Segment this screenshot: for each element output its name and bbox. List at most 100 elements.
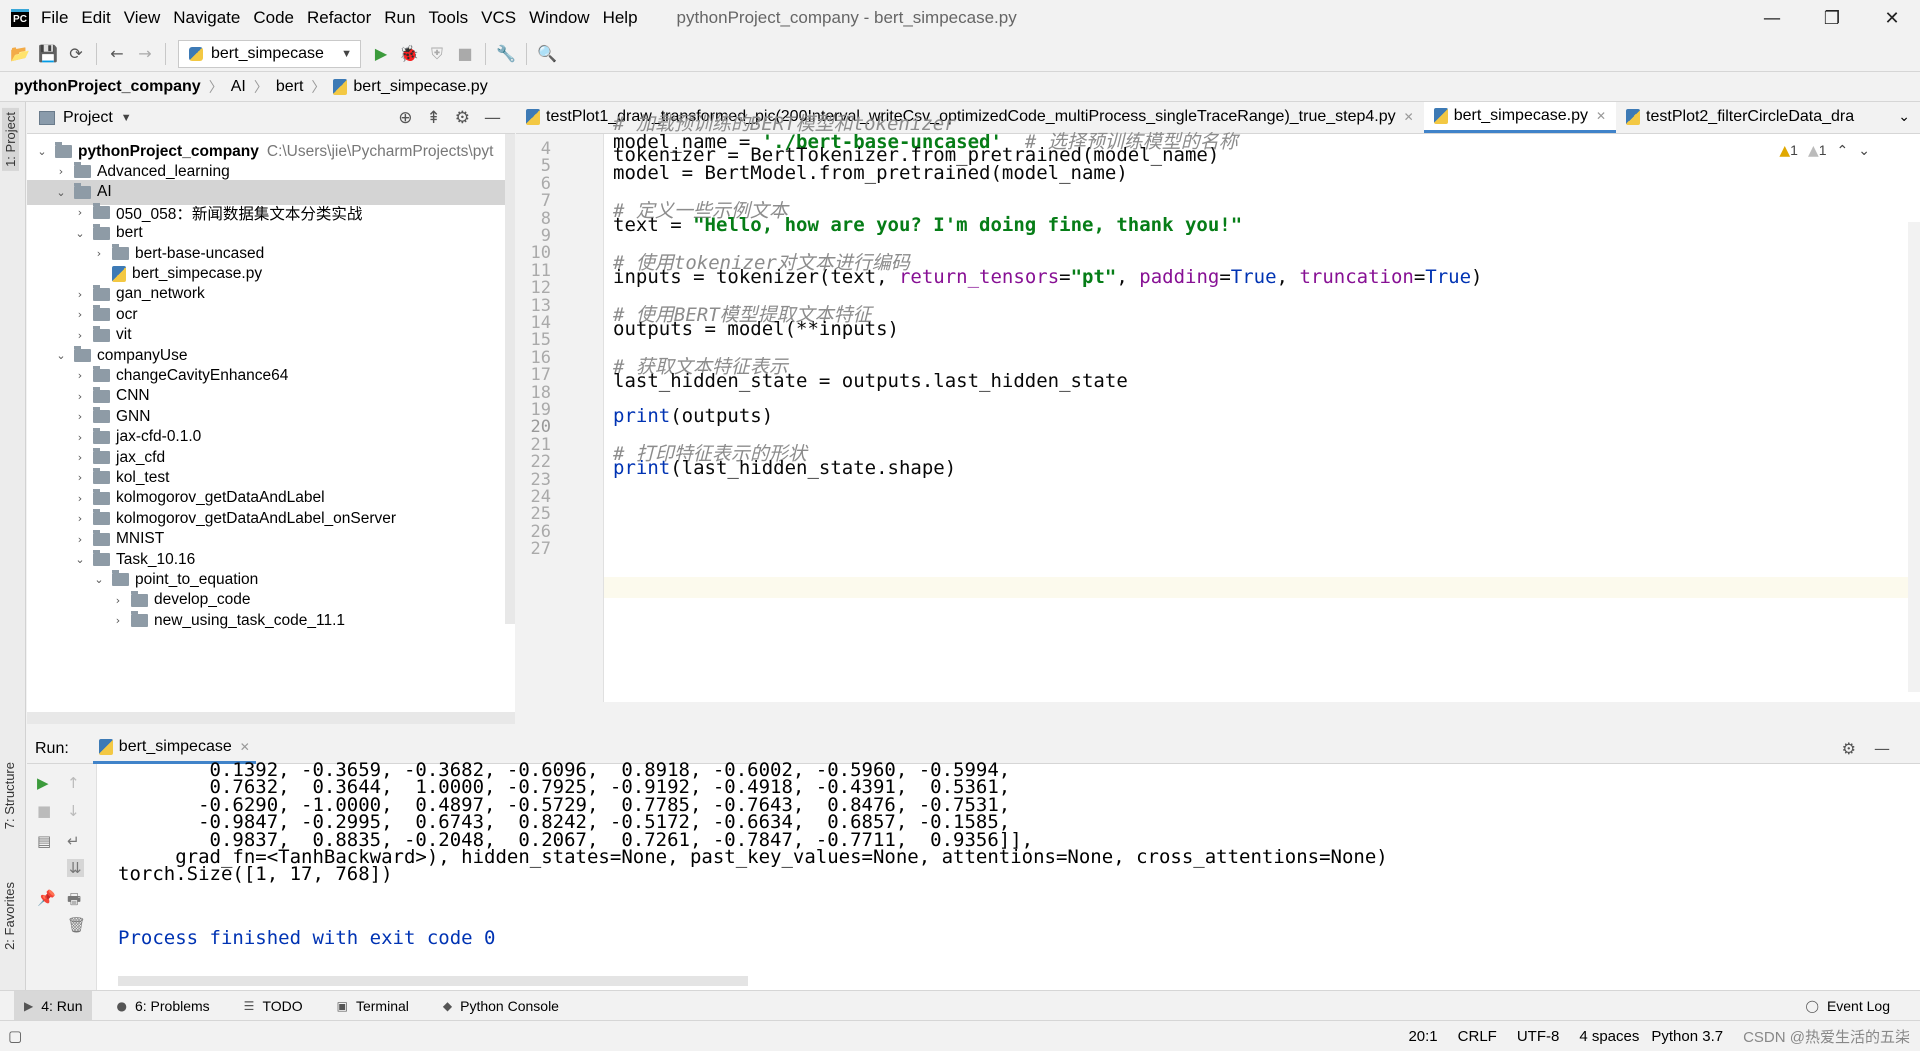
weak-warning-count[interactable]: ▲1: [1808, 142, 1827, 159]
chevron-right-icon[interactable]: ›: [73, 410, 87, 423]
editor-scrollbar[interactable]: [1908, 222, 1920, 692]
favorites-side-tab[interactable]: 2: Favorites: [2, 882, 17, 950]
run-configuration-select[interactable]: bert_simpecase ▼: [178, 39, 361, 68]
back-icon[interactable]: ←: [103, 40, 131, 68]
menu-tools[interactable]: Tools: [428, 8, 468, 28]
breadcrumb-project[interactable]: pythonProject_company: [14, 78, 201, 96]
chevron-right-icon[interactable]: ›: [92, 247, 106, 260]
hide-icon[interactable]: —: [484, 108, 515, 128]
caret-position[interactable]: 20:1: [1408, 1028, 1437, 1045]
down-icon[interactable]: ↓: [67, 802, 80, 820]
close-tab-icon[interactable]: ✕: [1404, 110, 1414, 124]
chevron-down-icon[interactable]: ▼: [121, 112, 132, 124]
minimize-icon[interactable]: —: [1752, 0, 1792, 36]
chevron-down-icon[interactable]: ⌄: [1858, 143, 1870, 159]
trash-icon[interactable]: 🗑: [67, 916, 86, 934]
menu-help[interactable]: Help: [603, 8, 638, 28]
close-tab-icon[interactable]: ✕: [1596, 109, 1606, 123]
chevron-right-icon[interactable]: ›: [111, 614, 125, 627]
collapse-all-icon[interactable]: ⇞: [427, 108, 455, 128]
chevron-right-icon[interactable]: ›: [73, 471, 87, 484]
chevron-down-icon[interactable]: ⌄: [54, 186, 68, 199]
inspection-widget[interactable]: ▲1 ▲1 ⌃ ⌄: [1779, 142, 1870, 159]
tab-run[interactable]: ▶ 4: Run: [14, 990, 93, 1021]
tab-todo[interactable]: ☰ TODO: [234, 991, 313, 1021]
layout-icon[interactable]: ▤: [37, 832, 51, 850]
menu-file[interactable]: File: [41, 8, 68, 28]
chevron-down-icon[interactable]: ⌄: [35, 145, 49, 158]
open-folder-icon[interactable]: 📂: [6, 40, 34, 68]
chevron-right-icon[interactable]: ›: [73, 451, 87, 464]
chevron-right-icon[interactable]: ›: [73, 308, 87, 321]
soft-wrap-icon[interactable]: ↵: [67, 832, 80, 850]
chevron-right-icon[interactable]: ›: [73, 369, 87, 382]
scroll-to-end-icon[interactable]: ⇊: [67, 859, 84, 877]
tool-windows-icon[interactable]: ▢: [8, 1027, 22, 1045]
pin-icon[interactable]: 📌: [37, 889, 56, 907]
run-icon[interactable]: ▶: [367, 40, 395, 68]
line-separator[interactable]: CRLF: [1458, 1028, 1497, 1045]
search-icon[interactable]: 🔍: [533, 40, 561, 68]
editor-tab[interactable]: bert_simpecase.py ✕: [1423, 102, 1617, 133]
project-horizontal-scrollbar[interactable]: [27, 712, 515, 724]
chevron-up-icon[interactable]: ⌃: [1837, 143, 1849, 159]
sync-icon[interactable]: ⟳: [62, 40, 90, 68]
restore-icon[interactable]: ❐: [1812, 0, 1852, 36]
gear-icon[interactable]: ⚙: [455, 108, 484, 128]
stop-icon[interactable]: ■: [451, 40, 479, 68]
menu-refactor[interactable]: Refactor: [307, 8, 371, 28]
rerun-icon[interactable]: ▶: [37, 774, 49, 792]
debug-icon[interactable]: 🐞: [395, 40, 423, 68]
project-panel-title[interactable]: Project: [63, 109, 113, 127]
breadcrumb-file[interactable]: bert_simpecase.py: [353, 78, 487, 96]
chevron-right-icon[interactable]: ›: [54, 165, 68, 178]
forward-icon[interactable]: →: [131, 40, 159, 68]
python-interpreter[interactable]: Python 3.7: [1651, 1028, 1723, 1045]
breadcrumb-ai[interactable]: AI: [231, 78, 246, 96]
wrench-icon[interactable]: 🔧: [492, 40, 520, 68]
file-encoding[interactable]: UTF-8: [1517, 1028, 1560, 1045]
tab-problems[interactable]: ● 6: Problems: [106, 991, 219, 1021]
project-scrollbar[interactable]: [505, 134, 515, 624]
project-side-tab[interactable]: 1: Project: [2, 108, 19, 171]
gear-icon[interactable]: ⚙: [1842, 739, 1874, 758]
menu-vcs[interactable]: VCS: [481, 8, 516, 28]
tree-item[interactable]: › new_using_task_code_11.1: [27, 608, 515, 633]
coverage-icon[interactable]: ⛨: [423, 40, 451, 68]
breadcrumb-bert[interactable]: bert: [276, 78, 304, 96]
chevron-right-icon[interactable]: ›: [73, 390, 87, 403]
locate-icon[interactable]: ⊕: [398, 108, 426, 128]
print-icon[interactable]: 🖶: [67, 889, 81, 914]
chevron-down-icon[interactable]: ⌄: [73, 553, 87, 566]
warning-count[interactable]: ▲1: [1779, 142, 1798, 159]
tab-terminal[interactable]: ▣ Terminal: [327, 991, 419, 1021]
tab-python-console[interactable]: ◆ Python Console: [433, 991, 569, 1021]
indent-setting[interactable]: 4 spaces: [1579, 1028, 1639, 1045]
event-log-tab[interactable]: ◯ Event Log: [1796, 991, 1901, 1021]
chevron-right-icon[interactable]: ›: [111, 594, 125, 607]
menu-code[interactable]: Code: [253, 8, 294, 28]
chevron-down-icon[interactable]: ⌄: [73, 227, 87, 240]
editor-tab[interactable]: testPlot2_filterCircleData_dra: [1616, 102, 1864, 133]
chevron-right-icon[interactable]: ›: [73, 329, 87, 342]
close-tab-icon[interactable]: ✕: [240, 740, 250, 754]
structure-side-tab[interactable]: 7: Structure: [2, 762, 17, 829]
hide-icon[interactable]: —: [1874, 739, 1908, 758]
chevron-right-icon[interactable]: ›: [73, 533, 87, 546]
chevron-down-icon[interactable]: ⌄: [54, 349, 68, 362]
tabs-dropdown-icon[interactable]: ⌄: [1888, 102, 1920, 133]
close-icon[interactable]: ✕: [1872, 0, 1912, 36]
save-icon[interactable]: 💾: [34, 40, 62, 68]
chevron-right-icon[interactable]: ›: [73, 206, 87, 219]
stop-icon[interactable]: ■: [37, 802, 51, 820]
chevron-right-icon[interactable]: ›: [73, 288, 87, 301]
menu-view[interactable]: View: [124, 8, 161, 28]
menu-edit[interactable]: Edit: [81, 8, 110, 28]
up-icon[interactable]: ↑: [67, 774, 80, 792]
chevron-right-icon[interactable]: ›: [73, 431, 87, 444]
menu-navigate[interactable]: Navigate: [173, 8, 240, 28]
chevron-down-icon[interactable]: ⌄: [92, 573, 106, 586]
menu-run[interactable]: Run: [384, 8, 415, 28]
chevron-right-icon[interactable]: ›: [73, 512, 87, 525]
menu-window[interactable]: Window: [529, 8, 589, 28]
